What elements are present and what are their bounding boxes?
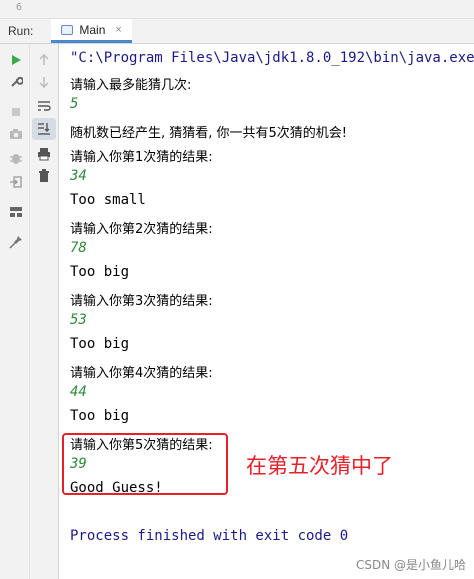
scroll-to-end-icon[interactable] [32, 118, 56, 140]
login-icon[interactable] [6, 172, 26, 192]
console-line: Too small [70, 192, 146, 208]
trash-icon[interactable] [34, 166, 54, 186]
wrench-icon[interactable] [6, 72, 26, 92]
console-line: 请输入你第3次猜的结果: [70, 294, 213, 309]
user-input: 53 [70, 312, 87, 328]
console-line: 请输入你第4次猜的结果: [70, 366, 213, 381]
play-icon[interactable] [6, 50, 26, 70]
camera-icon[interactable] [6, 124, 26, 144]
run-tool-window-header: Run: Main × [0, 19, 474, 44]
layout-icon[interactable] [6, 202, 26, 222]
print-icon[interactable] [34, 144, 54, 164]
console-line: 请输入你第2次猜的结果: [70, 222, 213, 237]
watermark: CSDN @是小鱼儿哈 [355, 558, 466, 572]
run-label: Run: [8, 24, 34, 38]
down-arrow-icon[interactable] [34, 72, 54, 92]
user-input: 34 [70, 168, 87, 184]
run-toolbar [0, 44, 59, 579]
editor-gutter-strip: 6 [0, 0, 474, 19]
exit-message: Process finished with exit code 0 [70, 528, 349, 544]
console-output[interactable]: "C:\Program Files\Java\jdk1.8.0_192\bin\… [59, 44, 474, 579]
console-line: Too big [70, 264, 130, 280]
console-line: Too big [70, 408, 130, 424]
close-icon[interactable]: × [115, 24, 121, 36]
toolbar-divider [29, 44, 30, 579]
console-line: 请输入你第1次猜的结果: [70, 150, 213, 165]
up-arrow-icon[interactable] [34, 50, 54, 70]
debug-icon[interactable] [6, 148, 26, 168]
tab-main-label: Main [79, 22, 106, 37]
highlight-box [62, 433, 228, 495]
annotation-text: 在第五次猜中了 [246, 454, 393, 478]
console-line: 随机数已经产生, 猜猜看, 你一共有5次猜的机会! [70, 126, 348, 141]
line-number: 6 [16, 2, 23, 13]
tab-main[interactable]: Main × [51, 19, 132, 43]
command-line: "C:\Program Files\Java\jdk1.8.0_192\bin\… [70, 50, 474, 66]
application-icon [61, 24, 74, 35]
pin-icon[interactable] [6, 232, 26, 252]
console-line: Too big [70, 336, 130, 352]
user-input: 78 [70, 240, 87, 256]
soft-wrap-icon[interactable] [34, 96, 54, 116]
stop-icon [6, 102, 26, 122]
user-input: 5 [70, 96, 79, 112]
user-input: 44 [70, 384, 87, 400]
console-line: 请输入最多能猜几次: [70, 78, 192, 93]
